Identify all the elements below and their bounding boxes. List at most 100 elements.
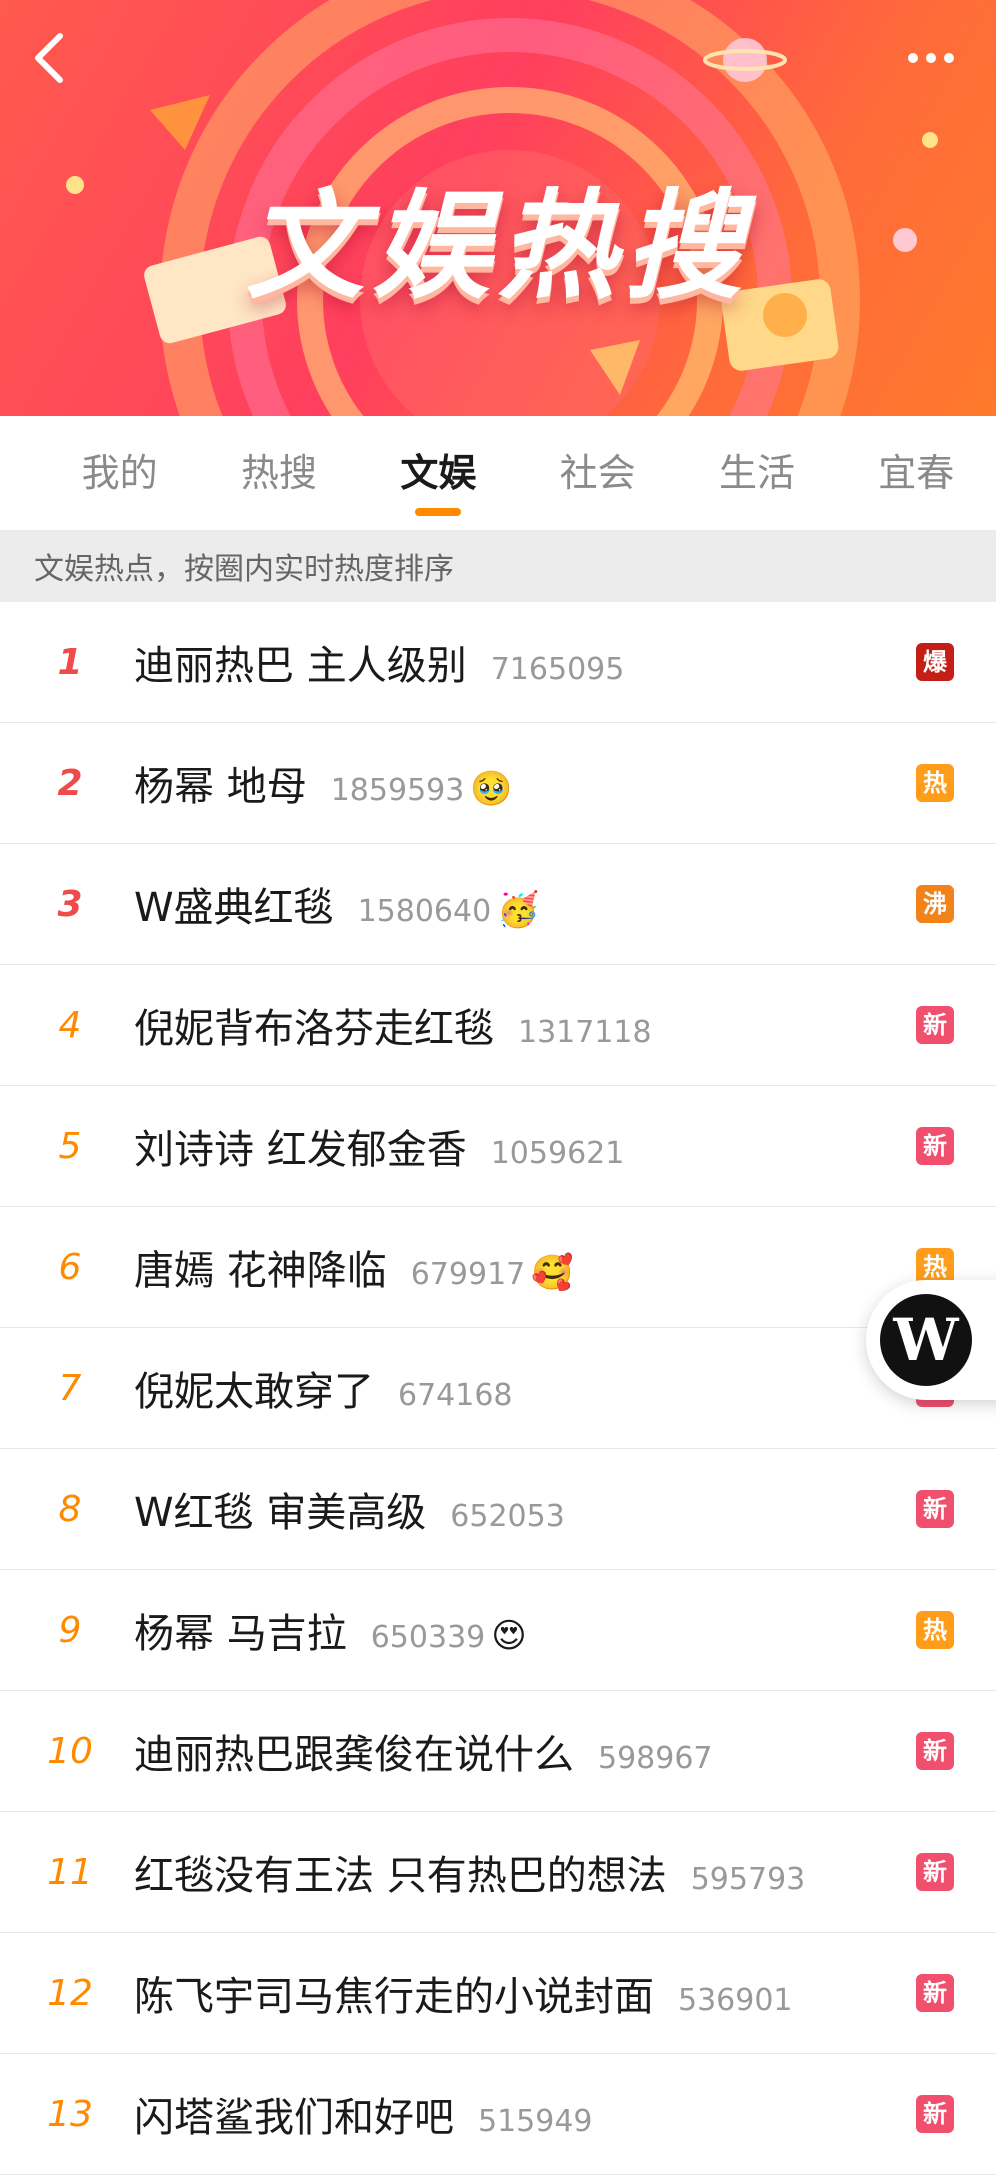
more-button[interactable] [896,36,966,80]
hot-search-item[interactable]: 7 倪妮太敢穿了674168 新 [0,1328,996,1449]
hot-search-item[interactable]: 6 唐嫣 花神降临 679917 🥰 热 [0,1207,996,1328]
rank-number: 9 [58,1609,82,1651]
rank-number: 11 [47,1851,93,1893]
hot-search-title: 倪妮太敢穿了 674168 [134,1359,513,1417]
emoji-icon: 😍 [491,1616,527,1656]
hot-search-title-text: 迪丽热巴 主人级别 [134,643,467,689]
hot-search-title: 陈飞宇司马焦行走的小说封面 536901 [134,1964,793,2022]
hot-search-item[interactable]: 9 杨幂 马吉拉 650339 😍 热 [0,1570,996,1691]
hot-search-item[interactable]: 5 刘诗诗 红发郁金香 1059621 新 [0,1086,996,1207]
hot-search-title: 刘诗诗 红发郁金香 1059621 [134,1117,624,1175]
hot-search-title: 迪丽热巴 主人级别 7165095 [134,633,624,691]
heat-count: 598967 [598,1741,713,1776]
heat-count: 515949 [478,2104,593,2139]
rank-number: 12 [47,1972,93,2014]
hot-badge: 热 [916,1611,954,1649]
rank-number: 10 [47,1730,93,1772]
hot-badge: 爆 [916,643,954,681]
floating-w-button[interactable]: W [866,1280,996,1400]
heat-count: 1059621 [490,1136,625,1171]
hot-search-title-text: 刘诗诗 红发郁金香 [134,1127,467,1173]
hot-search-title: 倪妮背布洛芬走红毯 1317118 [134,996,652,1054]
new-badge: 新 [916,1490,954,1528]
hot-search-title-text: 迪丽热巴跟龚俊在说什么 [134,1732,574,1778]
hot-search-title: W盛典红毯 1580640 🥳 [134,875,540,933]
heat-count: 1580640 [357,894,492,929]
hot-search-list: 1 迪丽热巴 主人级别 7165095 爆 2 杨幂 地母 1859593 🥹 热 3… [0,602,996,2175]
hot-search-title-text: W盛典红毯 [134,885,334,931]
heat-count: 1859593 [330,773,465,808]
back-button[interactable] [30,30,86,86]
emoji-icon: 🥰 [531,1253,574,1293]
hot-search-title-text: 陈飞宇司马焦行走的小说封面 [134,1974,654,2020]
rank-number: 13 [47,2093,93,2135]
tab-mine[interactable]: 我的 [40,416,199,530]
heat-count: 7165095 [490,652,625,687]
new-badge: 新 [916,1127,954,1165]
heat-count: 536901 [678,1983,793,2018]
rank-number: 5 [58,1125,82,1167]
hot-search-item[interactable]: 3 W盛典红毯 1580640 🥳 沸 [0,844,996,965]
category-tabs: 我的 热搜 文娱 社会 生活 宜春 [0,416,996,530]
hot-badge: 热 [916,764,954,802]
hot-search-title: W红毯 审美高级 652053 [134,1480,565,1538]
heat-count: 652053 [450,1499,565,1534]
emoji-icon: 🥹 [470,769,513,809]
hot-search-item[interactable]: 1 迪丽热巴 主人级别 7165095 爆 [0,602,996,723]
new-badge: 新 [916,1006,954,1044]
heat-count: 674168 [398,1378,513,1413]
heat-count: 650339 [370,1620,486,1655]
hot-search-title: 闪塔鲨我们和好吧 515949 [134,2085,593,2143]
tab-hot-search[interactable]: 热搜 [199,416,358,530]
hot-search-title-text: 红毯没有王法 只有热巴的想法 [134,1853,667,1899]
hot-search-item[interactable]: 12 陈飞宇司马焦行走的小说封面 536901 新 [0,1933,996,2054]
new-badge: 新 [916,1974,954,2012]
rank-number: 8 [58,1488,82,1530]
hot-search-title-text: 唐嫣 花神降临 [134,1248,387,1294]
hot-search-title: 杨幂 地母 1859593 🥹 [134,754,513,812]
emoji-icon: 🥳 [497,890,540,930]
list-description-text: 文娱热点，按圈内实时热度排序 [34,552,454,587]
heat-count: 1317118 [518,1015,652,1050]
hot-search-item[interactable]: 13 闪塔鲨我们和好吧 515949 新 [0,2054,996,2175]
hot-search-title: 杨幂 马吉拉 650339 😍 [134,1601,527,1659]
hot-search-title: 唐嫣 花神降临 679917 🥰 [134,1238,574,1296]
hot-search-item[interactable]: 4 倪妮背布洛芬走红毯 1317118 新 [0,965,996,1086]
more-dots-icon [926,53,936,63]
rank-number: 3 [57,883,83,925]
rank-number: 2 [57,762,83,804]
hot-search-title: 迪丽热巴跟龚俊在说什么 598967 [134,1722,713,1780]
chevron-left-icon [35,33,63,83]
hot-search-title: 红毯没有王法 只有热巴的想法 595793 [134,1843,805,1901]
more-dots-icon [908,53,918,63]
hot-badge: 沸 [916,885,954,923]
heat-count: 679917 [410,1257,526,1292]
new-badge: 新 [916,2095,954,2133]
list-description: 文娱热点，按圈内实时热度排序 [0,530,996,602]
hot-search-item[interactable]: 11 红毯没有王法 只有热巴的想法 595793 新 [0,1812,996,1933]
more-dots-icon [944,53,954,63]
hot-search-title-text: 倪妮背布洛芬走红毯 [134,1006,494,1052]
tab-life[interactable]: 生活 [677,416,836,530]
new-badge: 新 [916,1732,954,1770]
hot-search-title-text: 杨幂 马吉拉 [134,1611,347,1657]
hot-search-title-text: 倪妮太敢穿了 [134,1369,374,1415]
header-banner: 文娱热搜 [0,0,996,416]
hot-search-title-text: W红毯 审美高级 [134,1490,427,1536]
hot-search-item[interactable]: 10 迪丽热巴跟龚俊在说什么 598967 新 [0,1691,996,1812]
rank-number: 1 [57,641,83,683]
new-badge: 新 [916,1853,954,1891]
page-title: 文娱热搜 [245,177,750,315]
rank-number: 7 [58,1367,82,1409]
tab-entertainment[interactable]: 文娱 [359,416,518,530]
tab-yichun[interactable]: 宜春 [837,416,996,530]
tab-society[interactable]: 社会 [518,416,677,530]
rank-number: 4 [58,1004,82,1046]
hot-search-title-text: 杨幂 地母 [134,764,307,810]
heat-count: 595793 [690,1862,806,1897]
rank-number: 6 [58,1246,82,1288]
hot-search-item[interactable]: 8 W红毯 审美高级 652053 新 [0,1449,996,1570]
hot-search-item[interactable]: 2 杨幂 地母 1859593 🥹 热 [0,723,996,844]
w-logo-icon: W [880,1294,972,1386]
hot-search-title-text: 闪塔鲨我们和好吧 [134,2095,454,2141]
